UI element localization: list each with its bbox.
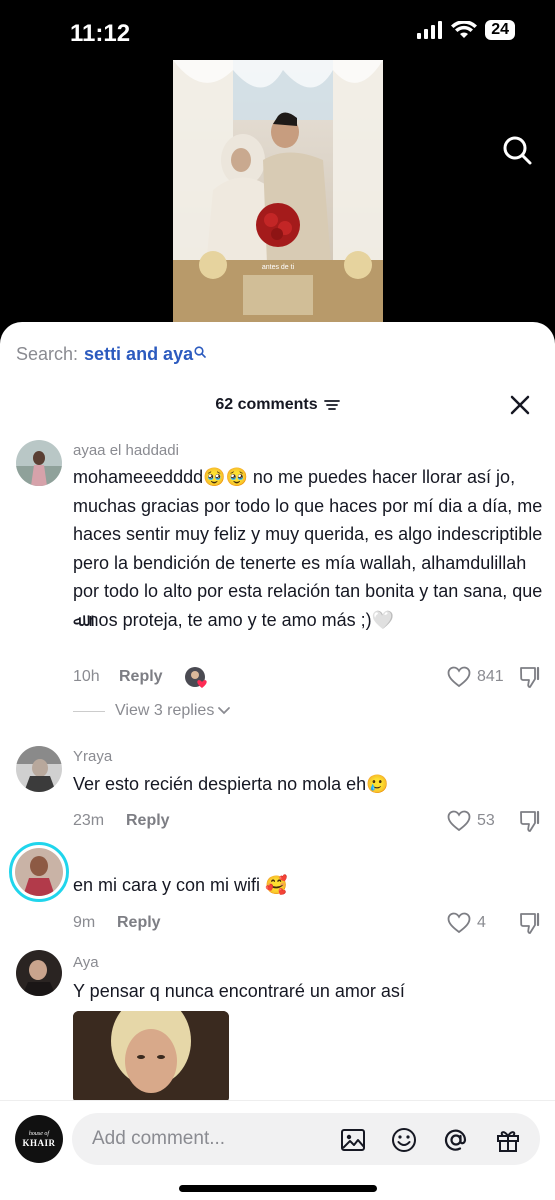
comment-username[interactable]: Yraya <box>73 748 112 765</box>
comment-meta: 10h Reply 841 <box>73 666 543 690</box>
status-icons: 24 <box>417 20 515 40</box>
comment-meta: 9m Reply 4 <box>73 912 543 936</box>
comment-input-bar: house of KHAIR <box>0 1100 555 1200</box>
comments-header: 62 comments <box>0 396 555 416</box>
video-frame-image <box>173 60 383 330</box>
replies-divider <box>73 710 105 712</box>
comment-input-container[interactable] <box>72 1113 540 1165</box>
search-icon[interactable] <box>501 134 533 166</box>
gift-icon[interactable] <box>494 1126 522 1154</box>
signal-icon <box>417 21 443 39</box>
comment-item: en mi cara y con mi wifi 🥰 9m Reply 4 <box>0 842 555 942</box>
heart-icon[interactable] <box>447 912 471 934</box>
video-thumbnail[interactable]: antes de ti <box>173 60 383 330</box>
search-term[interactable]: setti and aya <box>84 344 193 365</box>
wifi-icon <box>451 21 478 38</box>
image-icon[interactable] <box>339 1126 367 1154</box>
close-icon[interactable] <box>507 392 533 418</box>
home-indicator <box>179 1185 377 1192</box>
comment-text: mohameeedddd🥹🥹 no me puedes hacer llorar… <box>73 467 543 630</box>
search-icon <box>194 345 206 358</box>
reply-button[interactable]: Reply <box>126 812 170 830</box>
comment-text: Ver esto recién despierta no mola eh🥲 <box>73 774 389 794</box>
dislike-icon[interactable] <box>519 912 543 934</box>
comment-gif[interactable] <box>73 1011 229 1103</box>
sort-icon[interactable] <box>323 399 340 411</box>
user-avatar[interactable]: house of KHAIR <box>15 1115 63 1163</box>
comment-item: Yraya Ver esto recién despierta no mola … <box>0 746 555 836</box>
status-bar: 11:12 24 <box>0 0 555 60</box>
comment-username[interactable]: ayaa el haddadi <box>73 442 179 459</box>
comment-text: en mi cara y con mi wifi 🥰 <box>73 875 288 895</box>
like-count: 4 <box>477 914 486 931</box>
comment-text: Y pensar q nunca encontraré un amor así <box>73 981 405 1001</box>
heart-icon[interactable] <box>447 666 471 688</box>
dislike-icon[interactable] <box>519 666 543 688</box>
battery-indicator: 24 <box>485 20 515 40</box>
reply-button[interactable]: Reply <box>119 668 163 686</box>
avatar <box>15 848 63 896</box>
comments-count: 62 comments <box>215 396 318 413</box>
comment-item: Aya Y pensar q nunca encontraré un amor … <box>0 950 555 1110</box>
brand-small-text: house of <box>28 1130 50 1137</box>
view-replies-button[interactable]: View 3 replies <box>73 702 231 720</box>
video-area[interactable]: antes de ti <box>0 60 555 330</box>
like-group: 4 <box>447 912 543 934</box>
comment-time: 10h <box>73 668 100 685</box>
like-count: 53 <box>477 812 495 829</box>
comment-item: ayaa el haddadi mohameeedddd🥹🥹 no me pue… <box>0 440 555 720</box>
like-group: 841 <box>447 666 543 688</box>
comment-time: 23m <box>73 812 105 829</box>
like-count: 841 <box>477 668 504 685</box>
avatar[interactable] <box>16 746 62 792</box>
video-caption: antes de ti <box>261 264 295 271</box>
story-ring[interactable] <box>9 842 69 902</box>
avatar[interactable] <box>16 440 62 486</box>
related-search-link[interactable]: Search: setti and aya <box>16 344 206 365</box>
comments-sheet: Search: setti and aya 62 comments ayaa e… <box>0 322 555 1200</box>
reply-button[interactable]: Reply <box>117 914 161 932</box>
emoji-icon[interactable] <box>390 1126 418 1154</box>
comment-username[interactable]: Aya <box>73 954 99 971</box>
comment-input[interactable] <box>92 1113 312 1165</box>
mention-icon[interactable] <box>442 1126 470 1154</box>
comment-meta: 23m Reply 53 <box>73 810 543 834</box>
status-time: 11:12 <box>70 20 131 47</box>
brand-main-text: KHAIR <box>22 1137 56 1148</box>
creator-liked-avatar <box>185 666 209 690</box>
search-prefix: Search: <box>16 344 79 364</box>
comment-time: 9m <box>73 914 96 931</box>
heart-icon[interactable] <box>447 810 471 832</box>
like-group: 53 <box>447 810 543 832</box>
view-replies-label: View 3 replies <box>115 702 215 719</box>
chevron-down-icon <box>218 707 231 715</box>
dislike-icon[interactable] <box>519 810 543 832</box>
avatar[interactable] <box>16 950 62 996</box>
